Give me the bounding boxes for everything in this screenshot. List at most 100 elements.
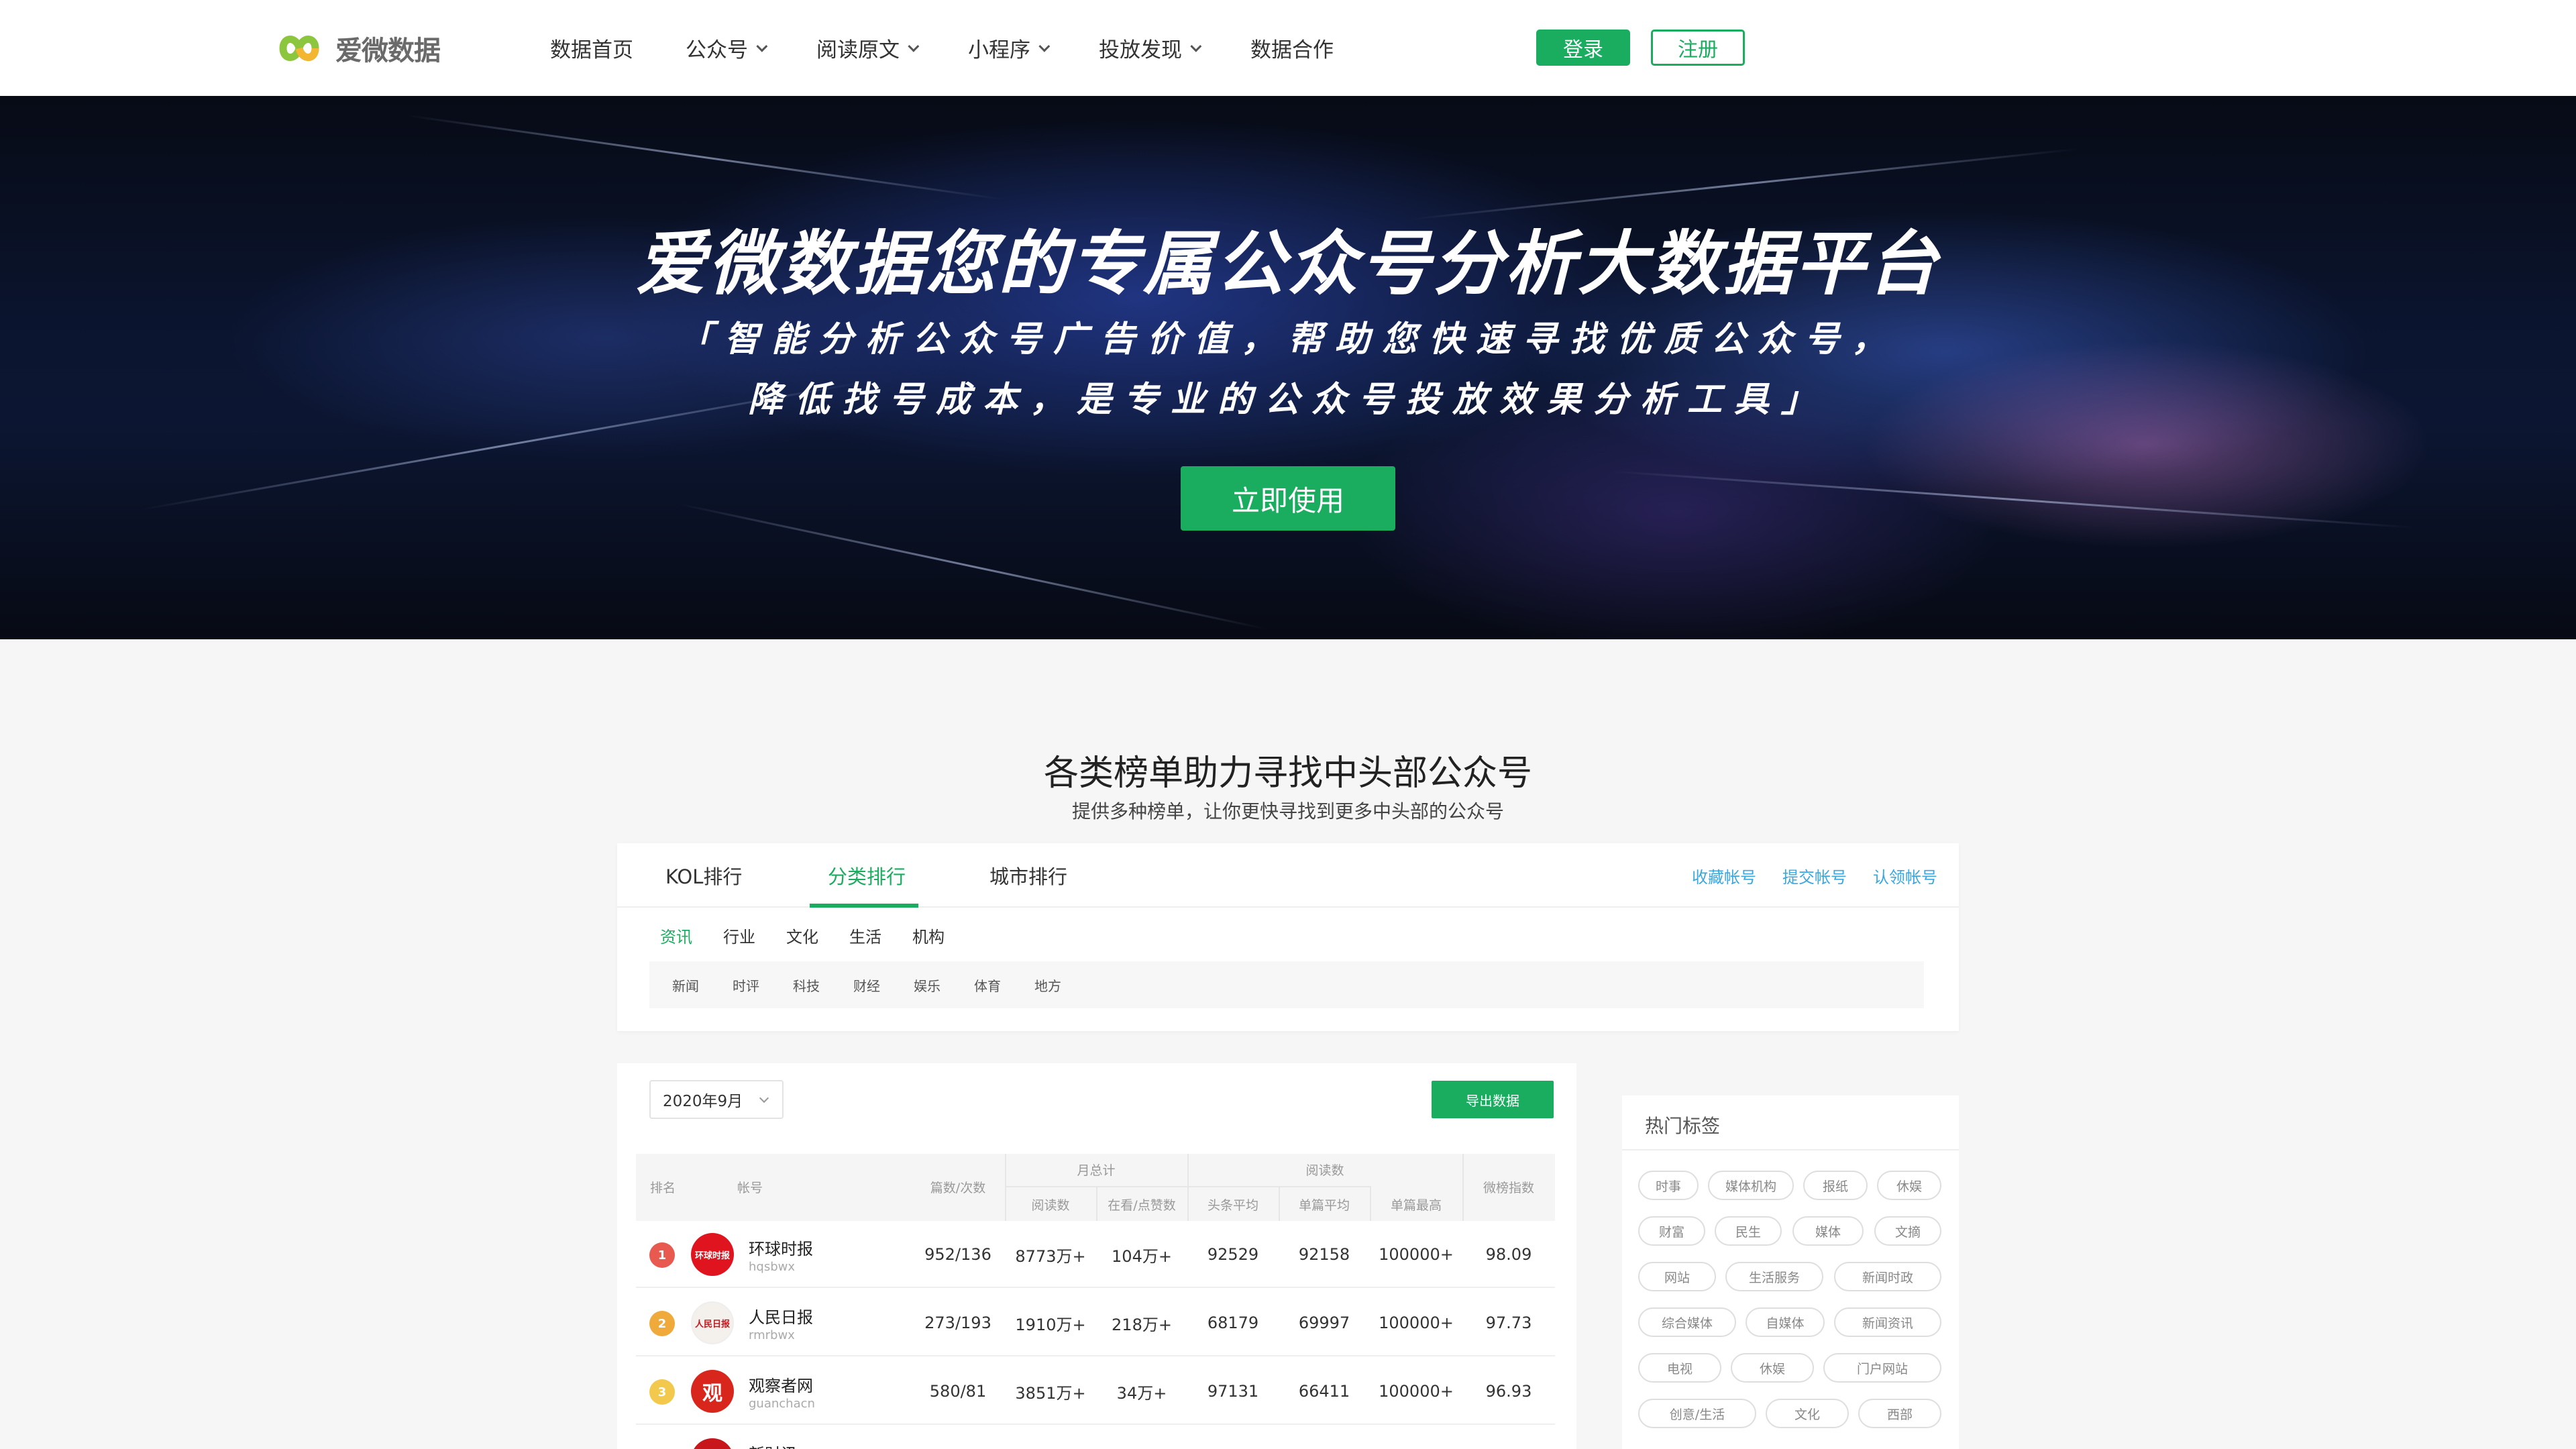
hot-tag[interactable]: 时事 xyxy=(1638,1171,1699,1200)
account-name[interactable]: 新财讯 xyxy=(749,1441,797,1449)
hero-title: 爱微数据您的专属公众号分析大数据平台 xyxy=(635,223,1940,305)
category-industry[interactable]: 行业 xyxy=(723,924,755,947)
hot-tag[interactable]: 文化 xyxy=(1766,1399,1849,1428)
table-header: 排名 帐号 篇数/次数 月总计 阅读数 在看/点赞数 阅读数 头条平均 单篇平均… xyxy=(636,1154,1555,1221)
nav-item-data-cooperation[interactable]: 数据合作 xyxy=(1250,33,1334,63)
nav-item-data-home[interactable]: 数据首页 xyxy=(550,33,633,63)
wci-score: 96.93 xyxy=(1485,1382,1532,1401)
section-title: 各类榜单助力寻找中头部公众号 xyxy=(1043,753,1532,794)
nav-item-ad-discovery[interactable]: 投放发现 xyxy=(1099,33,1202,63)
header-head-avg: 头条平均 xyxy=(1207,1198,1258,1213)
category-life[interactable]: 生活 xyxy=(849,924,881,947)
section-subtitle: 提供多种榜单，让你更快寻找到更多中头部的公众号 xyxy=(1071,800,1504,822)
login-button[interactable]: 登录 xyxy=(1536,30,1630,66)
category-news-info[interactable]: 资讯 xyxy=(660,924,692,947)
table-row[interactable]: 1 环球时报 环球时报 hqsbwx 952/136 8773万+ 104万+ … xyxy=(636,1221,1555,1288)
hot-tag[interactable]: 民生 xyxy=(1715,1216,1782,1246)
header-reads: 阅读数 xyxy=(1305,1163,1344,1178)
favorite-accounts-link[interactable]: 收藏帐号 xyxy=(1692,843,1756,908)
head-avg: 97131 xyxy=(1207,1382,1259,1401)
rank-medal-icon: 3 xyxy=(649,1379,675,1405)
divider xyxy=(1622,1149,1959,1150)
tab-city-ranking[interactable]: 城市排行 xyxy=(989,843,1067,908)
header-wci: 微榜指数 xyxy=(1483,1181,1534,1195)
likes-count: 104万+ xyxy=(1112,1246,1172,1266)
hot-tag[interactable]: 自媒体 xyxy=(1746,1307,1825,1337)
nav-item-official-accounts[interactable]: 公众号 xyxy=(686,33,768,63)
subcategory-sports[interactable]: 体育 xyxy=(974,975,1001,995)
ranking-tabs: KOL排行 分类排行 城市排行 收藏帐号 提交帐号 认领帐号 xyxy=(617,843,1959,908)
chevron-down-icon xyxy=(1190,40,1202,52)
hero-light-streak xyxy=(1611,470,2414,529)
use-now-button[interactable]: 立即使用 xyxy=(1181,466,1395,531)
chevron-down-icon xyxy=(1038,40,1051,52)
header-likes: 在看/点赞数 xyxy=(1108,1198,1176,1213)
submit-account-link[interactable]: 提交帐号 xyxy=(1782,843,1847,908)
account-name[interactable]: 观察者网 xyxy=(749,1373,813,1396)
register-button[interactable]: 注册 xyxy=(1651,30,1745,66)
hot-tag[interactable]: 电视 xyxy=(1638,1353,1721,1383)
nav-item-read-original[interactable]: 阅读原文 xyxy=(816,33,920,63)
likes-count: 34万+ xyxy=(1116,1383,1167,1403)
rank-medal-icon: 1 xyxy=(649,1242,675,1268)
hot-tag[interactable]: 媒体机构 xyxy=(1708,1171,1794,1200)
subcategory-tech[interactable]: 科技 xyxy=(793,975,820,995)
rank-medal-icon: 2 xyxy=(649,1311,675,1336)
hot-tag[interactable]: 新闻时政 xyxy=(1834,1262,1941,1291)
hot-tag[interactable]: 报纸 xyxy=(1803,1171,1868,1200)
reads-total: 8773万+ xyxy=(1015,1246,1086,1266)
hot-tag[interactable]: 休娱 xyxy=(1877,1171,1941,1200)
hot-tag[interactable]: 财富 xyxy=(1638,1216,1705,1246)
infinity-logo-icon xyxy=(279,36,319,61)
chevron-down-icon xyxy=(756,40,768,52)
nav-label: 投放发现 xyxy=(1099,38,1182,62)
hot-tag[interactable]: 新闻资讯 xyxy=(1834,1307,1941,1337)
claim-account-link[interactable]: 认领帐号 xyxy=(1873,843,1937,908)
hot-tag[interactable]: 文摘 xyxy=(1874,1216,1941,1246)
tab-kol-ranking[interactable]: KOL排行 xyxy=(665,843,742,908)
hot-tag[interactable]: 生活服务 xyxy=(1725,1262,1823,1291)
table-row[interactable]: 新财讯 xyxy=(636,1426,1555,1449)
subcategory-local[interactable]: 地方 xyxy=(1034,975,1061,995)
month-select[interactable]: 2020年9月 xyxy=(649,1080,784,1119)
subcategory-commentary[interactable]: 时评 xyxy=(733,975,759,995)
tab-category-ranking[interactable]: 分类排行 xyxy=(828,843,906,908)
head-avg: 68179 xyxy=(1207,1313,1259,1332)
header-single-max: 单篇最高 xyxy=(1390,1198,1442,1213)
hot-tag[interactable]: 门户网站 xyxy=(1823,1353,1941,1383)
hot-tag[interactable]: 网站 xyxy=(1638,1262,1716,1291)
hero-banner: 爱微数据您的专属公众号分析大数据平台 「智能分析公众号广告价值，帮助您快速寻找优… xyxy=(0,96,2576,639)
nav-label: 阅读原文 xyxy=(816,38,900,62)
account-name[interactable]: 环球时报 xyxy=(749,1236,813,1259)
hot-tag[interactable]: 休娱 xyxy=(1731,1353,1814,1383)
nav-item-mini-programs[interactable]: 小程序 xyxy=(968,33,1051,63)
export-data-button[interactable]: 导出数据 xyxy=(1432,1081,1554,1118)
hot-tag[interactable]: 媒体 xyxy=(1792,1216,1864,1246)
chevron-down-icon xyxy=(908,40,920,52)
account-id: guanchacn xyxy=(749,1397,815,1411)
subcategory-news[interactable]: 新闻 xyxy=(672,975,699,995)
hot-tag[interactable]: 创意/生活 xyxy=(1638,1399,1756,1428)
head-avg: 92529 xyxy=(1207,1245,1259,1264)
category-culture[interactable]: 文化 xyxy=(786,924,818,947)
account-id: hqsbwx xyxy=(749,1260,796,1274)
hot-tag[interactable]: 综合媒体 xyxy=(1638,1307,1736,1337)
avatar xyxy=(691,1438,734,1449)
table-row[interactable]: 2 人民日报 人民日报 rmrbwx 273/193 1910万+ 218万+ … xyxy=(636,1289,1555,1356)
header-single-avg: 单篇平均 xyxy=(1298,1198,1350,1213)
top-navigation-bar: 爱微数据 数据首页 公众号 阅读原文 小程序 投放发现 数据合作 登录 注册 xyxy=(0,0,2576,96)
header-rank: 排名 xyxy=(649,1181,676,1195)
table-row[interactable]: 3 观 观察者网 guanchacn 580/81 3851万+ 34万+ 97… xyxy=(636,1358,1555,1425)
header-posts: 篇数/次数 xyxy=(930,1181,986,1195)
category-institution[interactable]: 机构 xyxy=(912,924,945,947)
main-nav: 数据首页 公众号 阅读原文 小程序 投放发现 数据合作 xyxy=(550,0,1386,96)
account-name[interactable]: 人民日报 xyxy=(749,1304,813,1328)
subcategory-finance[interactable]: 财经 xyxy=(853,975,880,995)
account-id: rmrbwx xyxy=(749,1328,795,1342)
hot-tag[interactable]: 西部 xyxy=(1858,1399,1941,1428)
avatar: 观 xyxy=(691,1370,734,1413)
nav-label: 小程序 xyxy=(968,38,1030,62)
site-logo[interactable]: 爱微数据 xyxy=(267,24,441,72)
single-max: 100000+ xyxy=(1379,1313,1454,1332)
subcategory-entertainment[interactable]: 娱乐 xyxy=(914,975,941,995)
